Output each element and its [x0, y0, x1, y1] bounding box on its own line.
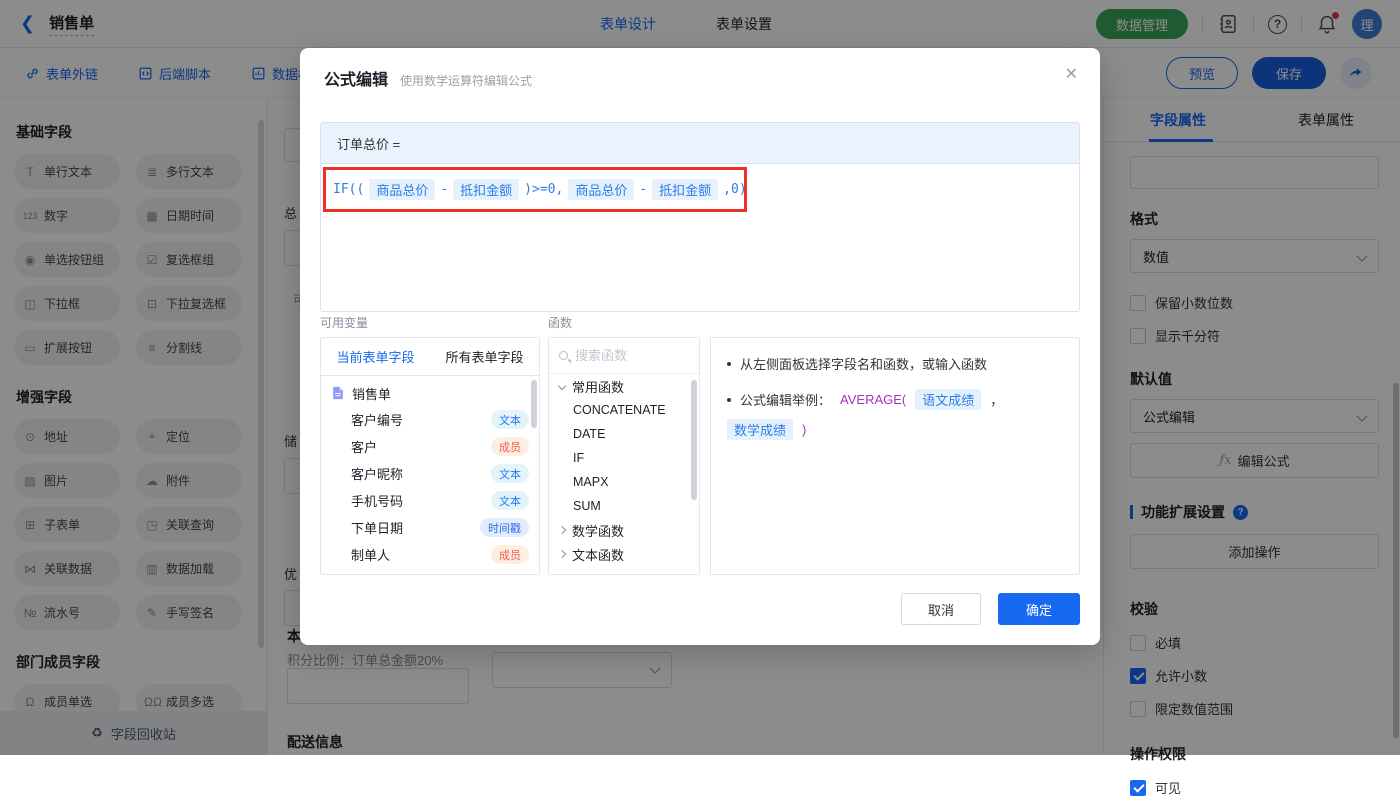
formula-editor: 订单总价 = IF(( 商品总价 - 抵扣金额 )>=0, 商品总价 - 抵扣金…: [320, 122, 1080, 312]
variable-row[interactable]: 下单日期时间戳: [321, 514, 539, 541]
function-search: [549, 338, 699, 374]
type-badge: 文本: [491, 464, 529, 483]
variable-row[interactable]: 客户编号文本: [321, 406, 539, 433]
variables-label: 可用变量: [320, 314, 368, 331]
formula-token: ,0): [723, 182, 746, 197]
field-chip[interactable]: 抵扣金额: [453, 179, 519, 200]
example-field-chip: 数学成绩: [727, 419, 793, 440]
modal-footer: 取消 确定: [901, 593, 1080, 625]
type-badge: 文本: [491, 410, 529, 429]
type-badge: 成员: [491, 437, 529, 456]
type-badge: 成员: [491, 545, 529, 564]
field-chip[interactable]: 抵扣金额: [652, 179, 718, 200]
form-tree-root[interactable]: 销售单: [321, 376, 539, 406]
function-item[interactable]: DATE: [549, 422, 699, 446]
formula-input-area[interactable]: IF(( 商品总价 - 抵扣金额 )>=0, 商品总价 - 抵扣金额 ,0): [321, 164, 1079, 215]
formula-token: -: [639, 182, 647, 197]
function-item[interactable]: CONCATENATE: [549, 398, 699, 422]
chevron-down-icon: [558, 382, 566, 390]
variable-row[interactable]: 客户成员: [321, 433, 539, 460]
modal-subtitle: 使用数学运算符编辑公式: [400, 72, 532, 89]
cancel-button[interactable]: 取消: [901, 593, 981, 625]
functions-panel: 常用函数 CONCATENATE DATE IF MAPX SUM 数学函数 文…: [548, 337, 700, 575]
checkbox-visible[interactable]: [1130, 780, 1146, 796]
help-line-1: 从左侧面板选择字段名和函数，或输入函数: [727, 354, 1063, 373]
function-item[interactable]: SUM: [549, 494, 699, 518]
functions-label: 函数: [548, 314, 572, 331]
help-panel: 从左侧面板选择字段名和函数，或输入函数 公式编辑举例： AVERAGE( 语文成…: [710, 337, 1080, 575]
example-field-chip: 语文成绩: [915, 389, 981, 410]
example-function-name: AVERAGE(: [840, 392, 906, 407]
variables-scrollbar[interactable]: [531, 380, 537, 428]
formula-token: IF((: [333, 182, 364, 197]
example-comma: ，: [990, 390, 1003, 409]
variables-tabs: 当前表单字段 所有表单字段: [321, 338, 539, 376]
example-close-paren: ): [802, 422, 806, 437]
formula-edit-modal: 公式编辑 使用数学运算符编辑公式 ✕ 订单总价 = IF(( 商品总价 - 抵扣…: [300, 48, 1100, 645]
function-item[interactable]: IF: [549, 446, 699, 470]
form-designer-app: ❮ 销售单 表单设计 表单设置 数据管理 ?: [0, 0, 1400, 755]
group-common-functions[interactable]: 常用函数: [549, 374, 699, 398]
tab-all-form-fields[interactable]: 所有表单字段: [430, 338, 539, 375]
close-icon[interactable]: ✕: [1065, 64, 1078, 84]
chevron-right-icon: [558, 526, 566, 534]
field-chip[interactable]: 商品总价: [369, 179, 435, 200]
group-text-functions[interactable]: 文本函数: [549, 542, 699, 566]
field-chip[interactable]: 商品总价: [568, 179, 634, 200]
search-input[interactable]: [575, 348, 689, 363]
modal-title: 公式编辑: [324, 66, 388, 90]
bullet-dot: [727, 362, 731, 366]
confirm-button[interactable]: 确定: [998, 593, 1080, 625]
function-item[interactable]: MAPX: [549, 470, 699, 494]
bullet-dot: [727, 398, 731, 402]
tab-current-form-fields[interactable]: 当前表单字段: [321, 338, 430, 375]
visible-row: 可见: [1130, 778, 1379, 797]
help-line-2: 公式编辑举例： AVERAGE( 语文成绩 ， 数学成绩 ): [727, 389, 1063, 440]
variable-row[interactable]: 制单人成员: [321, 541, 539, 568]
formula-token: -: [440, 182, 448, 197]
formula-token: )>=0,: [524, 182, 563, 197]
type-badge: 文本: [491, 491, 529, 510]
type-badge: 时间戳: [480, 518, 529, 537]
formula-target: 订单总价 =: [321, 123, 1079, 164]
variables-panel: 当前表单字段 所有表单字段 销售单 客户编号文本 客户成员 客户昵称文本 手机号…: [320, 337, 540, 575]
chevron-right-icon: [558, 550, 566, 558]
variable-row[interactable]: 客户昵称文本: [321, 460, 539, 487]
functions-scrollbar[interactable]: [691, 380, 697, 500]
variable-row[interactable]: 手机号码文本: [321, 487, 539, 514]
modal-header: 公式编辑 使用数学运算符编辑公式: [300, 48, 1100, 90]
search-icon: [559, 351, 568, 360]
document-icon: [331, 386, 345, 400]
group-math-functions[interactable]: 数学函数: [549, 518, 699, 542]
